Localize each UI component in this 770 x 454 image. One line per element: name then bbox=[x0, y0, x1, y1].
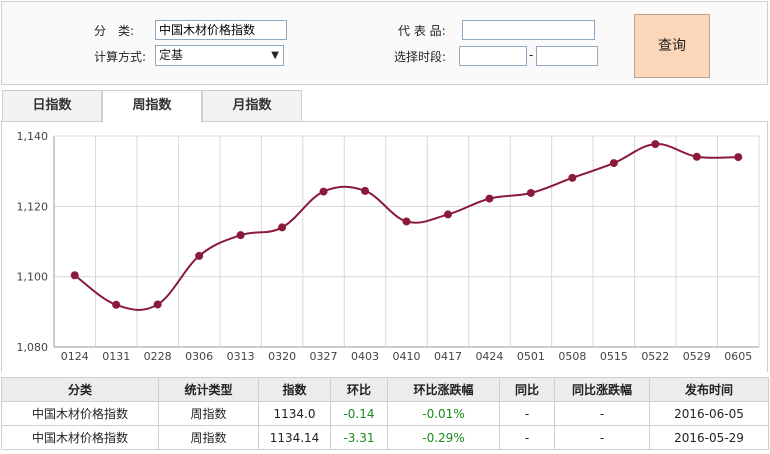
column-header: 环比涨跌幅 bbox=[387, 377, 500, 402]
period-label: 选择时段: bbox=[394, 50, 447, 64]
column-header: 同比涨跌幅 bbox=[554, 377, 650, 402]
table-row: 中国木材价格指数 周指数 1134.14 -3.31 -0.29% - - 20… bbox=[1, 425, 769, 450]
data-point bbox=[195, 251, 204, 260]
data-point bbox=[402, 217, 411, 226]
column-header: 分类 bbox=[1, 377, 159, 402]
query-button[interactable]: 查询 bbox=[634, 14, 710, 78]
x-tick-label: 0228 bbox=[144, 350, 172, 363]
x-tick-label: 0131 bbox=[102, 350, 130, 363]
x-tick-label: 0522 bbox=[641, 350, 669, 363]
data-point bbox=[70, 271, 79, 280]
data-point bbox=[609, 159, 618, 168]
period-end-input[interactable] bbox=[536, 46, 598, 66]
method-select-value: 定基 bbox=[159, 48, 184, 62]
category-input[interactable]: 中国木材价格指数 bbox=[155, 20, 287, 40]
table-cell: 周指数 bbox=[158, 425, 259, 450]
data-point bbox=[443, 210, 452, 219]
category-label: 分 类: bbox=[94, 24, 135, 38]
x-tick-label: 0515 bbox=[600, 350, 628, 363]
table-cell: 1134.0 bbox=[258, 401, 331, 426]
table-cell: 2016-05-29 bbox=[649, 425, 769, 450]
data-point bbox=[112, 300, 121, 309]
data-point bbox=[236, 231, 245, 240]
period-start-input[interactable] bbox=[459, 46, 527, 66]
tab-daily[interactable]: 日指数 bbox=[2, 90, 102, 122]
data-point bbox=[153, 300, 162, 309]
table-cell: - bbox=[499, 401, 555, 426]
data-point bbox=[651, 140, 660, 149]
data-point bbox=[319, 187, 328, 196]
weekly-index-line-chart: 1,080 1,100 1,120 1,140 0124 0131 0228 0306 0313… bbox=[17, 130, 760, 363]
x-tick-label: 0605 bbox=[724, 350, 752, 363]
column-header: 同比 bbox=[499, 377, 555, 402]
data-point bbox=[361, 186, 370, 195]
table-cell: - bbox=[499, 425, 555, 450]
table-cell: 2016-06-05 bbox=[649, 401, 769, 426]
column-header: 指数 bbox=[258, 377, 331, 402]
period-separator: - bbox=[529, 48, 534, 62]
column-header: 统计类型 bbox=[158, 377, 259, 402]
chart-area: 1,080 1,100 1,120 1,140 0124 0131 0228 0306 0313… bbox=[1, 122, 768, 372]
x-tick-label: 0424 bbox=[475, 350, 503, 363]
tab-bar: 日指数 周指数 月指数 bbox=[1, 90, 768, 123]
dropdown-arrow-icon: ▼ bbox=[271, 50, 279, 61]
method-label: 计算方式: bbox=[94, 50, 147, 64]
table-cell: 1134.14 bbox=[258, 425, 331, 450]
x-tick-label: 0508 bbox=[558, 350, 586, 363]
x-tick-label: 0313 bbox=[227, 350, 255, 363]
x-tick-label: 0403 bbox=[351, 350, 379, 363]
index-series-line bbox=[74, 143, 739, 311]
table-cell: 中国木材价格指数 bbox=[1, 401, 159, 426]
table-cell: -0.29% bbox=[387, 425, 500, 450]
x-tick-label: 0417 bbox=[434, 350, 462, 363]
table-cell: -0.01% bbox=[387, 401, 500, 426]
index-data-table: 分类 统计类型 指数 环比 环比涨跌幅 同比 同比涨跌幅 发布时间 中国木材价格… bbox=[1, 377, 769, 450]
table-cell: -3.31 bbox=[330, 425, 388, 450]
column-header: 发布时间 bbox=[649, 377, 769, 402]
data-point bbox=[568, 173, 577, 182]
data-point bbox=[734, 153, 743, 162]
query-panel: 分 类: 中国木材价格指数 计算方式: 定基 ▼ 代 表 品: 选择时段: - … bbox=[1, 1, 768, 85]
y-tick-label: 1,080 bbox=[17, 341, 49, 354]
x-tick-label: 0306 bbox=[185, 350, 213, 363]
product-input[interactable] bbox=[462, 20, 595, 40]
tab-monthly[interactable]: 月指数 bbox=[202, 90, 302, 122]
x-tick-label: 0320 bbox=[268, 350, 296, 363]
data-point bbox=[485, 194, 494, 203]
x-tick-label: 0501 bbox=[517, 350, 545, 363]
table-cell: -0.14 bbox=[330, 401, 388, 426]
x-tick-label: 0124 bbox=[61, 350, 89, 363]
x-tick-label: 0529 bbox=[683, 350, 711, 363]
table-cell: 周指数 bbox=[158, 401, 259, 426]
product-label: 代 表 品: bbox=[398, 24, 446, 38]
data-point bbox=[526, 188, 535, 197]
y-tick-label: 1,100 bbox=[17, 271, 49, 284]
table-cell: - bbox=[554, 401, 650, 426]
table-cell: - bbox=[554, 425, 650, 450]
tab-weekly[interactable]: 周指数 bbox=[102, 90, 202, 123]
method-select[interactable]: 定基 ▼ bbox=[155, 45, 284, 66]
data-point bbox=[278, 223, 287, 232]
column-header: 环比 bbox=[330, 377, 388, 402]
x-tick-label: 0327 bbox=[310, 350, 338, 363]
y-tick-label: 1,140 bbox=[17, 130, 49, 143]
data-point bbox=[692, 152, 701, 161]
table-row: 中国木材价格指数 周指数 1134.0 -0.14 -0.01% - - 201… bbox=[1, 401, 769, 426]
table-header-row: 分类 统计类型 指数 环比 环比涨跌幅 同比 同比涨跌幅 发布时间 bbox=[1, 377, 769, 402]
x-tick-label: 0410 bbox=[393, 350, 421, 363]
y-tick-label: 1,120 bbox=[17, 200, 49, 213]
table-cell: 中国木材价格指数 bbox=[1, 425, 159, 450]
